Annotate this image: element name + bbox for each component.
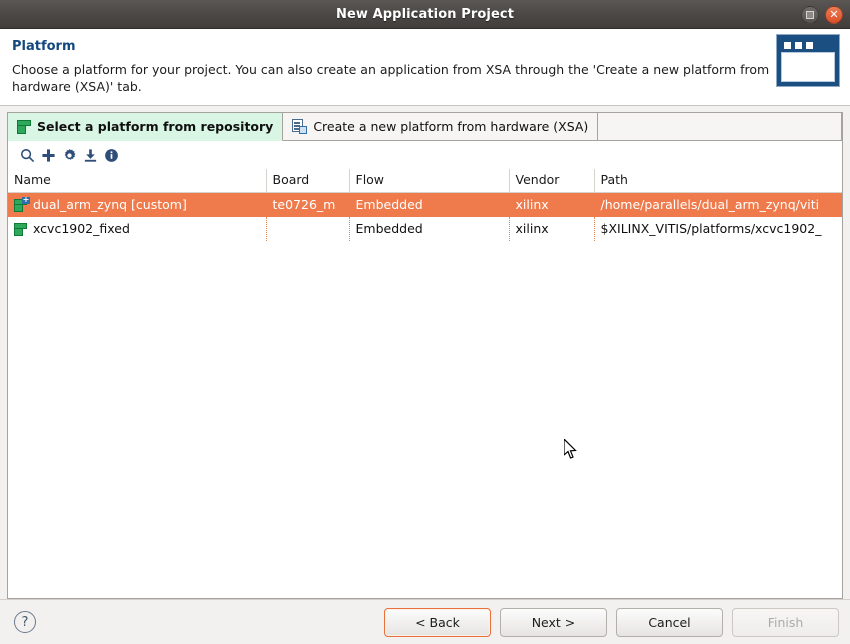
download-icon[interactable] bbox=[81, 145, 100, 165]
column-header-flow[interactable]: Flow bbox=[349, 169, 510, 193]
page-title: Platform bbox=[12, 39, 76, 54]
mouse-pointer bbox=[563, 437, 578, 460]
cell-flow: Embedded bbox=[349, 192, 510, 217]
close-glyph: ✕ bbox=[829, 8, 839, 21]
cell-name: xcvc1902_fixed bbox=[8, 216, 267, 241]
info-icon[interactable] bbox=[102, 145, 121, 165]
window-titlebar: New Application Project ✕ bbox=[0, 0, 850, 29]
column-header-path[interactable]: Path bbox=[594, 169, 842, 193]
platform-table[interactable]: Name Board Flow Vendor Path + dual_arm_z… bbox=[8, 169, 842, 598]
cell-vendor: xilinx bbox=[509, 192, 595, 217]
cancel-button[interactable]: Cancel bbox=[616, 607, 723, 637]
banner-dot bbox=[795, 42, 802, 49]
back-button[interactable]: < Back bbox=[384, 607, 491, 637]
banner-dot bbox=[784, 42, 791, 49]
cell-path: $XILINX_VITIS/platforms/xcvc1902_ bbox=[600, 221, 822, 236]
wizard-banner-icon bbox=[776, 34, 840, 87]
wizard-buttons: < Back Next > Cancel Finish bbox=[384, 607, 839, 637]
cell-board bbox=[266, 216, 350, 241]
platform-repository-icon bbox=[17, 119, 31, 134]
plus-icon[interactable] bbox=[39, 145, 58, 165]
column-header-name[interactable]: Name bbox=[8, 169, 267, 193]
column-header-vendor[interactable]: Vendor bbox=[509, 169, 595, 193]
tab-bar-filler bbox=[598, 113, 842, 140]
new-platform-xsa-icon bbox=[292, 119, 308, 134]
cell-vendor: xilinx bbox=[509, 216, 595, 241]
tab-create-new-platform-from-hardware[interactable]: Create a new platform from hardware (XSA… bbox=[283, 113, 599, 140]
content-area: Select a platform from repository Create… bbox=[0, 106, 850, 599]
platform-icon bbox=[14, 222, 28, 236]
tab-label: Create a new platform from hardware (XSA… bbox=[313, 119, 589, 134]
table-row[interactable]: xcvc1902_fixed Embedded xilinx $XILINX_V… bbox=[8, 216, 842, 241]
table-row[interactable]: + dual_arm_zynq [custom] te0726_m Embedd… bbox=[8, 192, 842, 217]
cell-board: te0726_m bbox=[266, 192, 350, 217]
platform-panel: Select a platform from repository Create… bbox=[7, 112, 843, 599]
cell-name: + dual_arm_zynq [custom] bbox=[8, 192, 267, 217]
tab-select-platform-from-repository[interactable]: Select a platform from repository bbox=[8, 113, 284, 141]
platform-toolbar bbox=[8, 141, 842, 169]
platform-name-label: dual_arm_zynq [custom] bbox=[33, 197, 187, 213]
cell-flow: Embedded bbox=[349, 216, 510, 241]
column-header-board[interactable]: Board bbox=[266, 169, 350, 193]
close-icon[interactable]: ✕ bbox=[825, 5, 843, 24]
maximize-glyph bbox=[806, 10, 814, 19]
banner-icon-titlebar bbox=[781, 39, 835, 52]
dialog-button-bar: ? < Back Next > Cancel Finish bbox=[0, 599, 850, 644]
window-title: New Application Project bbox=[335, 6, 515, 22]
platform-name-label: xcvc1902_fixed bbox=[33, 221, 130, 236]
cell-path: /home/parallels/dual_arm_zynq/viti bbox=[594, 192, 842, 217]
tab-label: Select a platform from repository bbox=[37, 119, 274, 134]
help-icon[interactable]: ? bbox=[14, 611, 36, 633]
finish-button: Finish bbox=[732, 607, 839, 637]
new-badge-icon: + bbox=[22, 197, 30, 204]
window-controls: ✕ bbox=[801, 0, 843, 29]
table-header-row: Name Board Flow Vendor Path bbox=[8, 169, 842, 193]
search-icon[interactable] bbox=[18, 145, 37, 165]
next-button[interactable]: Next > bbox=[500, 607, 607, 637]
page-description: Choose a platform for your project. You … bbox=[12, 62, 770, 94]
gear-icon[interactable] bbox=[60, 145, 79, 165]
wizard-header: Platform Choose a platform for your proj… bbox=[0, 29, 850, 106]
banner-dot bbox=[806, 42, 813, 49]
banner-icon-body bbox=[781, 52, 835, 82]
platform-custom-icon: + bbox=[14, 197, 30, 212]
maximize-icon[interactable] bbox=[801, 5, 819, 24]
tab-bar: Select a platform from repository Create… bbox=[8, 113, 842, 141]
